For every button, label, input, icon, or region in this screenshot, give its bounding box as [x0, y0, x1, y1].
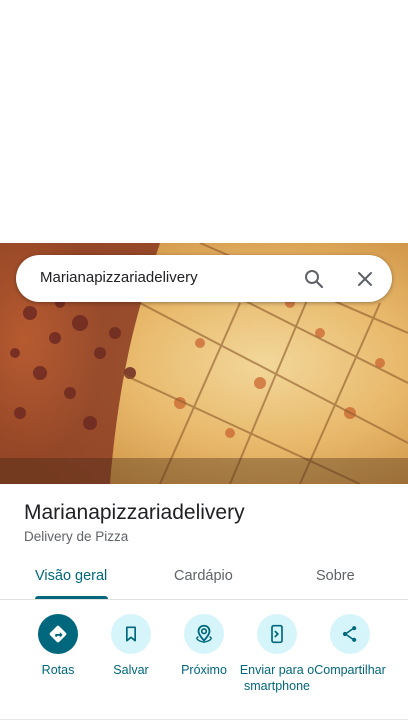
search-icon[interactable]	[302, 267, 326, 291]
bookmark-icon	[111, 614, 151, 654]
divider	[0, 719, 408, 720]
search-bar[interactable]: Marianapizzariadelivery	[16, 255, 392, 302]
nearby-button[interactable]: Próximo	[164, 614, 244, 678]
directions-label: Rotas	[41, 663, 75, 677]
map-area[interactable]	[0, 0, 408, 243]
share-label: Compartilhar	[314, 663, 386, 677]
tab-about[interactable]: Sobre	[316, 568, 355, 584]
action-bar: Rotas Salvar Próximo Enviar para o smart…	[0, 614, 408, 714]
send-to-phone-icon	[257, 614, 297, 654]
nearby-label: Próximo	[181, 663, 227, 677]
directions-icon	[38, 614, 78, 654]
tab-menu[interactable]: Cardápio	[174, 568, 233, 584]
place-title: Marianapizzariadelivery	[24, 501, 245, 524]
active-tab-indicator	[35, 596, 108, 599]
tab-overview[interactable]: Visão geral	[35, 568, 107, 584]
save-label: Salvar	[113, 663, 149, 677]
search-input[interactable]: Marianapizzariadelivery	[40, 269, 198, 286]
send-to-phone-label: Enviar para o smartphone	[239, 663, 315, 693]
directions-button[interactable]: Rotas	[18, 614, 98, 678]
nearby-icon	[184, 614, 224, 654]
close-icon[interactable]	[353, 267, 377, 291]
send-to-phone-button[interactable]: Enviar para o smartphone	[237, 614, 317, 694]
share-icon	[330, 614, 370, 654]
tab-bar: Visão geral Cardápio Sobre	[0, 556, 408, 600]
share-button[interactable]: Compartilhar	[309, 614, 391, 678]
place-category[interactable]: Delivery de Pizza	[24, 529, 128, 544]
save-button[interactable]: Salvar	[91, 614, 171, 678]
